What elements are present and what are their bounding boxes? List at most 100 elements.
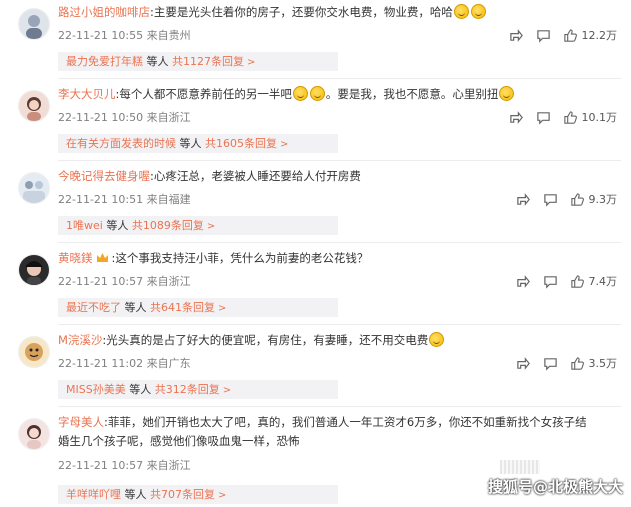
comment-location: 来自浙江 (146, 275, 191, 288)
comment-text: :这个事我支持汪小菲，凭什么为前妻的老公花钱？ (111, 251, 369, 265)
comment-username[interactable]: 黄晓鎂 (58, 251, 93, 265)
reply-count-link[interactable]: 共312条回复 (155, 383, 220, 396)
comment-text-line: 黄晓鎂 :这个事我支持汪小菲，凭什么为前妻的老公花钱？ (58, 249, 623, 267)
reply-username[interactable]: MISS孙美美 (66, 383, 126, 396)
like-count: 7.4万 (588, 275, 618, 288)
reply-count-link[interactable]: 共641条回复 (150, 301, 215, 314)
comment-text: :每个人都不愿意养前任的另一半吧 (115, 87, 292, 101)
comment-item: M浣溪沙:光头真的是占了好大的便宜呢，有房住，有妻睡，还不用交电费 22-11-… (0, 328, 631, 408)
comment-location: 来自浙江 (146, 111, 191, 124)
like-count: 12.2万 (581, 29, 618, 42)
comment-actions: 9.3万 (504, 191, 618, 207)
chevron-right-icon: > (218, 490, 227, 501)
blurred-area (500, 460, 540, 474)
share-icon[interactable] (516, 192, 531, 207)
comment-icon[interactable] (543, 274, 558, 289)
thumbs-up-icon[interactable] (570, 274, 585, 289)
reply-summary[interactable]: 最近不吃了 等人 共641条回复 > (58, 298, 338, 317)
divider (58, 78, 621, 79)
like-count: 10.1万 (581, 111, 618, 124)
comment-meta: 22-11-21 10:50 来自浙江 (58, 109, 191, 125)
comment-meta: 22-11-21 10:57 来自浙江 (58, 457, 191, 473)
comment-text-line: 路过小姐的咖啡店:主要是光头住着你的房子，还要你交水电费，物业费，哈哈 (58, 3, 623, 21)
like-count: 3.5万 (588, 357, 618, 370)
comment-icon[interactable] (543, 192, 558, 207)
reply-username[interactable]: 1唯wei (66, 219, 103, 232)
thumbs-up-icon[interactable] (563, 28, 578, 43)
share-icon[interactable] (509, 110, 524, 125)
reply-middle-text: 等人 (176, 137, 205, 150)
comment-icon[interactable] (536, 110, 551, 125)
reply-username[interactable]: 羊咩咩吖哩 (66, 488, 121, 501)
reply-count-link[interactable]: 共1605条回复 (205, 137, 277, 150)
comment-location: 来自浙江 (146, 459, 191, 472)
comment-icon[interactable] (543, 356, 558, 371)
divider (58, 324, 621, 325)
reply-middle-text: 等人 (102, 219, 132, 232)
comment-text-continued: 。要是我，我也不愿意。心里别扭 (325, 87, 499, 101)
avatar[interactable] (18, 254, 50, 286)
share-icon[interactable] (509, 28, 524, 43)
laugh-emoji-icon (309, 86, 325, 101)
chevron-right-icon: > (206, 221, 216, 232)
comment-actions: 7.4万 (504, 273, 618, 289)
avatar[interactable] (18, 90, 50, 122)
reply-summary[interactable]: 1唯wei 等人 共1089条回复 > (58, 216, 338, 235)
laugh-emoji-icon (470, 4, 486, 19)
comment-item: 李大大贝儿:每个人都不愿意养前任的另一半吧 。要是我，我也不愿意。心里别扭 22-… (0, 82, 631, 162)
divider (58, 406, 621, 407)
reply-count-link[interactable]: 共1089条回复 (132, 219, 204, 232)
laugh-emoji-icon (429, 332, 445, 347)
reply-username[interactable]: 最近不吃了 (66, 301, 121, 314)
thumbs-up-icon[interactable] (570, 192, 585, 207)
thumbs-up-icon[interactable] (563, 110, 578, 125)
comment-actions: 10.1万 (497, 109, 618, 125)
divider (58, 242, 621, 243)
avatar[interactable] (18, 418, 50, 450)
comment-item: 黄晓鎂 :这个事我支持汪小菲，凭什么为前妻的老公花钱？ 22-11-21 10:5… (0, 246, 631, 326)
share-icon[interactable] (516, 356, 531, 371)
laugh-emoji-icon (453, 4, 469, 19)
comment-username[interactable]: 今晚记得去健身喔 (58, 169, 150, 183)
comment-time: 22-11-21 10:50 (58, 111, 144, 124)
comment-text: :菲菲，她们开销也太大了吧，真的，我们普通人一年工资才6万多，你还不如重新找个女… (104, 415, 587, 429)
comment-text: :心疼汪总，老婆被人睡还要给人付开房费 (150, 169, 361, 183)
crown-badge-icon (96, 250, 109, 262)
chevron-right-icon: > (222, 385, 232, 396)
like-count: 9.3万 (588, 193, 618, 206)
comment-username[interactable]: 李大大贝儿 (58, 87, 116, 101)
share-icon[interactable] (516, 274, 531, 289)
laugh-emoji-icon (292, 86, 308, 101)
reply-count-link[interactable]: 共707条回复 (150, 488, 215, 501)
comment-icon[interactable] (536, 28, 551, 43)
comment-time: 22-11-21 11:02 (58, 357, 144, 370)
avatar[interactable] (18, 336, 50, 368)
comment-time: 22-11-21 10:55 (58, 29, 144, 42)
reply-summary[interactable]: 在有关方面发表的时候 等人 共1605条回复 > (58, 134, 338, 153)
reply-count-link[interactable]: 共1127条回复 (172, 55, 244, 68)
reply-middle-text: 等人 (121, 488, 150, 501)
comment-location: 来自福建 (146, 193, 191, 206)
comment-username[interactable]: 路过小姐的咖啡店 (58, 5, 150, 19)
comment-location: 来自广东 (146, 357, 191, 370)
reply-summary[interactable]: MISS孙美美 等人 共312条回复 > (58, 380, 338, 399)
laugh-emoji-icon (499, 86, 515, 101)
comment-text-line: M浣溪沙:光头真的是占了好大的便宜呢，有房住，有妻睡，还不用交电费 (58, 331, 623, 349)
thumbs-up-icon[interactable] (570, 356, 585, 371)
reply-middle-text: 等人 (143, 55, 172, 68)
comment-username[interactable]: M浣溪沙 (58, 333, 102, 347)
reply-username[interactable]: 在有关方面发表的时候 (66, 137, 176, 150)
comment-item: 路过小姐的咖啡店:主要是光头住着你的房子，还要你交水电费，物业费，哈哈 22-1… (0, 0, 631, 80)
reply-summary[interactable]: 羊咩咩吖哩 等人 共707条回复 > (58, 485, 338, 504)
reply-middle-text: 等人 (121, 301, 150, 314)
comment-text-line: 今晚记得去健身喔:心疼汪总，老婆被人睡还要给人付开房费 (58, 167, 623, 185)
watermark-text: 搜狐号@北极熊大大 (487, 478, 623, 496)
comment-text: :光头真的是占了好大的便宜呢，有房住，有妻睡，还不用交电费 (102, 333, 429, 347)
avatar[interactable] (18, 172, 50, 204)
comment-username[interactable]: 字母美人 (58, 415, 104, 429)
reply-username[interactable]: 最力免爱打年糕 (66, 55, 143, 68)
reply-summary[interactable]: 最力免爱打年糕 等人 共1127条回复 > (58, 52, 338, 71)
avatar[interactable] (18, 8, 50, 40)
comment-time: 22-11-21 10:57 (58, 275, 144, 288)
comment-actions: 3.5万 (504, 355, 618, 371)
